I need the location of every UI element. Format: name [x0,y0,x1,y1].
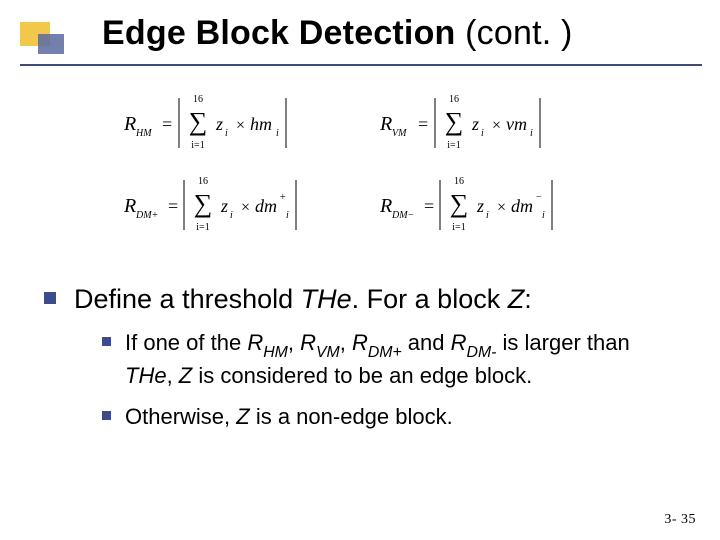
svg-text:dm: dm [511,196,533,216]
svg-text:−: − [536,192,542,203]
svg-text:dm: dm [255,196,277,216]
svg-text:=: = [162,114,172,134]
bullet-level2: Otherwise, Z is a non-edge block. [102,403,680,432]
text-italic: THe [125,363,167,388]
svg-text:R: R [124,113,136,135]
slide-title: Edge Block Detection (cont. ) [102,14,700,53]
text-subscript: VM [316,344,340,361]
svg-text:i: i [486,210,489,221]
text-italic: Z [508,284,525,314]
svg-text:=: = [168,196,178,216]
text-subscript: DM- [467,344,497,361]
svg-text:∑: ∑ [194,189,213,218]
svg-text:∑: ∑ [189,107,208,136]
title-underline [20,64,702,66]
svg-text:=: = [424,196,434,216]
svg-text:×: × [492,117,501,134]
bullet-level2: If one of the RHM, RVM, RDM+ and RDM- is… [102,329,680,391]
page-number: 3- 35 [664,512,696,528]
text-italic: R [300,330,316,355]
svg-text:z: z [215,114,223,134]
text-italic: Z [179,363,192,388]
svg-text:vm: vm [506,114,527,134]
text-frag: If one of the [125,330,247,355]
text-frag: is a non-edge block. [250,404,453,429]
svg-text:i: i [225,128,228,139]
svg-text:z: z [220,196,228,216]
formula-grid: R HM = 16 ∑ i=1 z i × hm i R VM = 16 ∑ i… [124,90,604,238]
svg-text:DM+: DM+ [135,210,158,221]
text-frag: is considered to be an edge block. [192,363,532,388]
svg-text:16: 16 [449,94,459,105]
text-frag: and [402,330,451,355]
svg-text:=: = [418,114,428,134]
svg-text:i: i [481,128,484,139]
svg-text:16: 16 [454,176,464,187]
svg-text:×: × [497,199,506,216]
svg-text:i=1: i=1 [447,140,460,151]
text-italic: R [247,330,263,355]
svg-text:16: 16 [193,94,203,105]
bullet-level1: Define a threshold THe. For a block Z: [44,282,680,317]
svg-text:VM: VM [392,128,407,139]
text-subscript: DM+ [368,344,402,361]
bullet-level2-text: If one of the RHM, RVM, RDM+ and RDM- is… [125,329,680,391]
text-frag: : [524,284,532,314]
bullet-icon [102,411,111,420]
formula-r-vm: R VM = 16 ∑ i=1 z i × vm i [380,90,596,156]
slide-corner-ornament [20,22,80,58]
svg-text:i=1: i=1 [191,140,204,151]
text-frag: , [288,330,300,355]
svg-text:×: × [241,199,250,216]
svg-text:i=1: i=1 [196,222,209,233]
svg-text:∑: ∑ [450,189,469,218]
text-frag: . For a block [352,284,508,314]
text-frag: , [167,363,179,388]
formula-r-dm-plus: R DM+ = 16 ∑ i=1 z i × dm + i [124,172,340,238]
text-frag: Otherwise, [125,404,236,429]
bullet-icon [44,292,56,304]
svg-text:i: i [230,210,233,221]
svg-text:i=1: i=1 [452,222,465,233]
svg-text:R: R [124,195,136,217]
bullet-icon [102,337,111,346]
text-italic: THe [301,284,352,314]
text-italic: R [352,330,368,355]
bullet-level1-text: Define a threshold THe. For a block Z: [74,282,532,317]
svg-text:i: i [276,128,279,139]
title-main: Edge Block Detection [102,14,456,52]
text-italic: Z [236,404,249,429]
svg-text:+: + [280,192,286,203]
bullet-level2-text: Otherwise, Z is a non-edge block. [125,403,453,432]
text-frag: is larger than [496,330,629,355]
svg-text:HM: HM [135,128,152,139]
svg-text:i: i [286,210,289,221]
text-frag: Define a threshold [74,284,301,314]
text-frag: , [340,330,352,355]
svg-text:R: R [380,195,392,217]
body-content: Define a threshold THe. For a block Z: I… [44,282,680,443]
svg-text:z: z [476,196,484,216]
formula-r-dm-minus: R DM− = 16 ∑ i=1 z i × dm − i [380,172,596,238]
svg-text:16: 16 [198,176,208,187]
svg-text:∑: ∑ [445,107,464,136]
svg-text:×: × [236,117,245,134]
text-subscript: HM [263,344,288,361]
text-italic: R [451,330,467,355]
svg-text:z: z [471,114,479,134]
svg-text:i: i [542,210,545,221]
sub-bullet-list: If one of the RHM, RVM, RDM+ and RDM- is… [102,329,680,431]
svg-text:R: R [380,113,392,135]
svg-text:DM−: DM− [391,210,414,221]
svg-text:hm: hm [250,114,272,134]
title-cont: (cont. ) [456,14,573,52]
svg-text:i: i [530,128,533,139]
ornament-blue [38,34,64,54]
formula-r-hm: R HM = 16 ∑ i=1 z i × hm i [124,90,340,156]
